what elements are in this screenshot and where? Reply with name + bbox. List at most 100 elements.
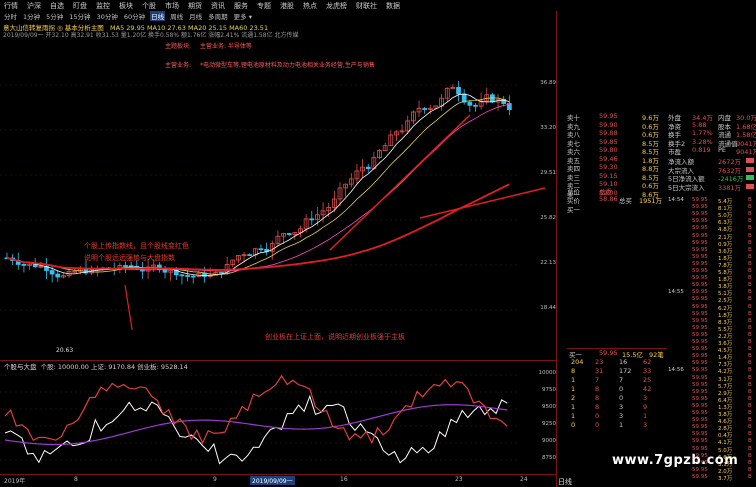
timeframe-tab[interactable]: 更多 ▾ <box>233 11 253 21</box>
trade-row: 59.95 8.3万 B <box>668 318 756 326</box>
flow-label: 5日大宗流入 <box>668 183 705 192</box>
trade-price: 59.95 <box>692 239 708 246</box>
trade-row: 59.95 4.6万 B <box>668 417 756 425</box>
trade-side-icon: B <box>748 417 752 424</box>
trade-price: 59.95 <box>692 367 708 374</box>
kline-chart[interactable] <box>0 70 556 330</box>
small-table-cell: 9 <box>643 403 648 411</box>
small-table: 204 23 16 62 8 31 172 33 1 7 7 25 1 8 0 42 2 8 0 3 1 8 3 9 1 0 3 1 0… <box>567 358 667 438</box>
trade-row: 59.95 2.1万 B <box>668 233 756 241</box>
candle <box>185 275 190 277</box>
candle <box>473 104 478 107</box>
buy-summary-price: 59.95 <box>599 349 618 357</box>
main-business-label: 主营业务: <box>165 62 192 69</box>
timeframe-bar: 分时 1分钟 5分钟 15分钟 30分钟 60分钟 日线 周线 月线 多周期 更多 ▾ <box>0 11 430 21</box>
quote-row: 市盈 0.819 PE 9041万 <box>668 146 756 156</box>
timeframe-tab[interactable]: 分时 <box>3 11 18 21</box>
order-summary: 总价 总委 实价 58.86 总买 1951万 买一 <box>567 186 667 216</box>
menu-item[interactable]: 专题 <box>257 1 271 11</box>
timeframe-tab[interactable]: 月线 <box>188 11 203 21</box>
small-table-cell: 8 <box>595 394 600 402</box>
trade-price: 59.95 <box>692 260 708 267</box>
menu-item[interactable]: 板块 <box>119 1 133 11</box>
menu-item[interactable]: 期货 <box>188 1 202 11</box>
trade-time: 14:56 <box>668 367 684 374</box>
flow-bar <box>746 158 754 163</box>
trade-side-icon: B <box>748 445 752 452</box>
menu-item[interactable]: 监控 <box>96 1 110 11</box>
trade-side-icon: B <box>748 197 752 203</box>
ma60-line <box>6 183 510 271</box>
quote-v2: 9041万 <box>736 148 756 156</box>
timeframe-tab[interactable]: 1分钟 <box>22 11 41 21</box>
orderbook-price: 59.88 <box>599 129 618 137</box>
menu-item[interactable]: 数据 <box>386 1 400 11</box>
timeframe-tab[interactable]: 多周期 <box>207 11 229 21</box>
summary-row: 实价 58.86 总买 1951万 <box>567 195 667 205</box>
menu-item[interactable]: 财联社 <box>356 1 377 11</box>
quote-label: 市盈 <box>668 148 681 156</box>
menu-item[interactable]: 资讯 <box>211 1 225 11</box>
trade-row: 59.95 5.5万 B <box>668 324 756 333</box>
trade-side-icon: B <box>748 218 752 225</box>
menu-item[interactable]: 自选 <box>50 1 64 11</box>
menu-item[interactable]: 行情 <box>4 1 18 11</box>
annotation-line-1: 个股上传指数线，且个股线变红色 <box>84 242 189 250</box>
trade-price: 59.95 <box>692 197 708 203</box>
trade-row: 59.95 1.8万 B <box>668 254 756 262</box>
timeframe-tab[interactable]: 30分钟 <box>96 11 119 21</box>
timeframe-tab[interactable]: 15分钟 <box>68 11 91 21</box>
annotation-3: 创业板在上证上面，说明近期创业板强于主板 <box>265 333 405 341</box>
trade-row: 59.95 2.9万 B <box>668 389 756 397</box>
quote-row: 外盘 34.4万 内盘 30.0万 <box>668 112 756 122</box>
period-label[interactable]: 日线 <box>558 477 572 487</box>
buy-summary: 买一 59.95 15.5亿 92笔 <box>567 348 667 359</box>
menu-item[interactable]: 盯盘 <box>73 1 87 11</box>
small-table-cell: 25 <box>643 376 652 384</box>
menu-item[interactable]: 热点 <box>303 1 317 11</box>
small-table-cell: 33 <box>643 367 652 375</box>
small-table-cell: 8 <box>595 385 600 393</box>
timeframe-tab[interactable]: 周线 <box>169 11 184 21</box>
indicator-axis-label: 9000 <box>542 438 556 444</box>
menu-item[interactable]: 服务 <box>234 1 248 11</box>
small-table-cell: 1 <box>571 385 576 393</box>
main-business-text: *电动微型车等,锂电池原材料及动力电池相关业务经营,生产与销售 <box>200 62 375 69</box>
small-table-cell: 8 <box>571 367 576 375</box>
trade-side-icon: B <box>748 289 752 296</box>
trade-row: 14:56 59.95 4.2万 B <box>668 367 756 375</box>
timeframe-tab[interactable]: 5分钟 <box>45 11 64 21</box>
quote-v1: 1.77% <box>692 129 713 137</box>
price-axis: 36.89 33.20 29.51 25.82 22.13 18.44 <box>518 70 556 330</box>
date-axis-label: 8 <box>74 476 78 483</box>
trade-side-icon: B <box>748 452 752 459</box>
quote-label2: PE <box>718 146 727 154</box>
candle <box>123 265 128 267</box>
trade-row: 59.95 6.2万 B <box>668 304 756 312</box>
trade-side-icon: B <box>748 424 752 431</box>
trade-side-icon: B <box>748 324 752 331</box>
indicator-chart[interactable] <box>0 370 556 470</box>
timeframe-tab[interactable]: 日线 <box>150 11 166 21</box>
indicator-axis-label: 9500 <box>542 404 556 410</box>
orderbook-price: 59.95 <box>599 112 618 120</box>
menu-item[interactable]: 沪深 <box>27 1 41 11</box>
small-table-cell: 7 <box>619 376 624 384</box>
orderbook-price: 59.15 <box>599 171 618 180</box>
menu-item[interactable]: 市场 <box>165 1 179 11</box>
trade-row: 59.95 1.8万 B <box>668 275 756 283</box>
orderbook-price: 59.90 <box>599 120 618 129</box>
watermark: www.7gpzb.com <box>612 453 739 468</box>
business-tag[interactable]: 主营业务: 半导体等 <box>200 41 252 50</box>
timeframe-tab[interactable]: 60分钟 <box>123 11 146 21</box>
theme-tag-label[interactable]: 主题板块: <box>165 41 191 50</box>
trade-side-icon: B <box>748 402 752 409</box>
trade-row: 59.95 8.1万 B <box>668 204 756 212</box>
menu-item[interactable]: 龙虎榜 <box>326 1 347 11</box>
menu-item[interactable]: 港股 <box>280 1 294 11</box>
trade-row: 59.95 6.4万 B <box>668 396 756 404</box>
menu-item[interactable]: 个股 <box>142 1 156 11</box>
quote-row: 净资 5.88 股本 1.68亿 <box>668 121 756 131</box>
trade-price: 59.95 <box>692 402 708 409</box>
trade-side-icon: B <box>748 204 752 211</box>
